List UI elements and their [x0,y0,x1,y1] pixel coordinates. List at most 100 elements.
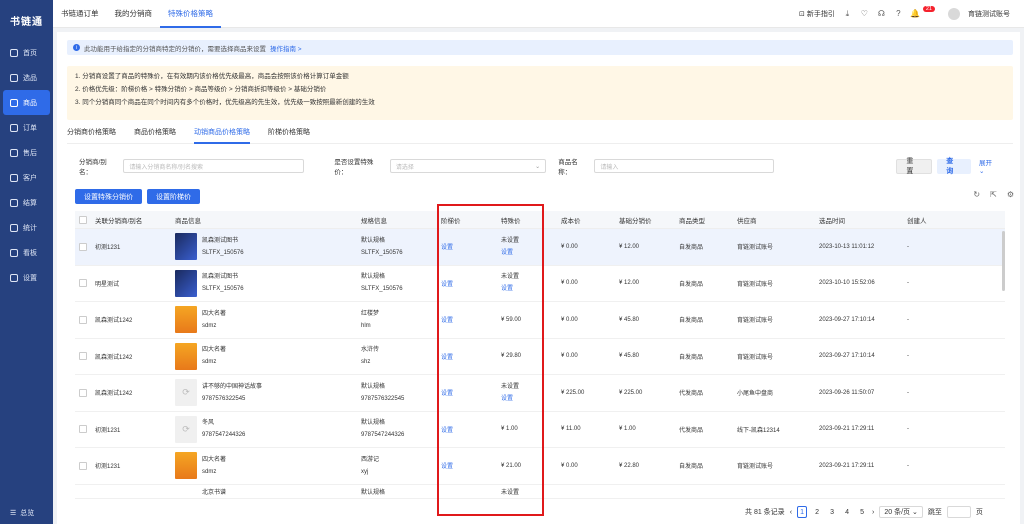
collapse-menu-button[interactable]: ☰ 总览 [10,508,34,518]
special-price-cell: 未设置 设置 [501,381,561,405]
sidebar-item-6[interactable]: 结算 [0,190,53,215]
tab-tier-price[interactable]: 阶梯价格策略 [268,126,310,144]
set-special-price-button[interactable]: 设置特殊分销价 [75,189,142,204]
sidebar-item-8[interactable]: 看板 [0,240,53,265]
tier-price-set-link[interactable]: 设置 [441,425,501,434]
page-2[interactable]: 2 [812,506,822,518]
product-name-input[interactable]: 请输入 [594,159,775,173]
page-size-select[interactable]: 20 条/页 ⌄ [879,506,923,518]
spec-code: 9787576322545 [361,395,405,402]
base-price-cell: ¥ 12.00 [619,243,640,250]
col-distributor: 关联分销商/别名 [95,217,143,225]
special-price-value: 未设置 [501,274,520,281]
cost-price-cell: ¥ 11.00 [561,426,581,433]
tier-price-set-link[interactable]: 设置 [441,315,501,324]
tier-price-set-link[interactable]: 设置 [441,352,501,361]
page-3[interactable]: 3 [827,506,837,518]
table-row[interactable]: 明星测试 凯森测试图书 SLTFX_150576 默认规格 SLTFX_150576 设置… [75,266,1005,302]
base-price-cell: ¥ 12.00 [619,280,640,287]
spec-code: SLTFX_150576 [361,249,403,256]
sidebar-item-4[interactable]: 售后 [0,140,53,165]
download-icon[interactable]: ⤓ [843,9,852,18]
reset-button[interactable]: 重 置 [896,158,933,175]
product-code: sdmz [202,468,217,475]
select-all-checkbox[interactable] [79,215,87,224]
row-checkbox[interactable] [79,352,87,361]
tier-price-set-link[interactable]: 设置 [441,242,501,251]
tab-my-distributors[interactable]: 我的分销商 [107,0,161,28]
page-1[interactable]: 1 [797,506,808,518]
table-row[interactable]: 凯森测试1242 四大名著 sdmz 水浒传 shz 设置 ¥ 29.80 ¥ 0.00 ¥ 4… [75,339,1005,375]
table-scrollbar[interactable] [1002,231,1005,291]
special-price-select[interactable]: 请选择 ⌄ [389,159,547,173]
prev-page-icon[interactable]: ‹ [790,509,792,516]
operation-guide-link[interactable]: 操作指南 > [270,43,302,53]
jump-input[interactable] [946,506,971,518]
creator-cell: - [907,353,909,360]
refresh-icon[interactable]: ↻ [973,190,980,199]
next-page-icon[interactable]: › [872,509,874,516]
special-price-set-link[interactable]: 设置 [501,283,561,295]
table-row[interactable]: 初测1231 四大名著 sdmz 西游记 xyj 设置 ¥ 21.00 ¥ 0.00 ¥ 22.… [75,448,1005,485]
column-settings-icon[interactable]: ⚙ [1007,190,1014,199]
select-time-cell: 2023-10-10 15:52:06 [819,280,875,287]
help-icon[interactable]: ? [894,9,903,18]
sidebar-item-1[interactable]: 选品 [0,65,53,90]
sidebar-item-9[interactable]: 设置 [0,265,53,290]
heart-icon[interactable]: ♡ [860,9,869,18]
special-price-cell: 未设置 设置 [501,235,561,259]
tab-special-price-strategy[interactable]: 特殊价格策略 [160,0,221,28]
spec-code: hlm [361,322,371,329]
query-button[interactable]: 查 询 [937,158,971,175]
account-name[interactable]: 育链测试账号 [968,9,1010,19]
table-row[interactable]: 初测1231 凯森测试图书 SLTFX_150576 默认规格 SLTFX_150576… [75,229,1005,266]
supplier-cell: 小尾鱼中盘商 [737,391,774,398]
tab-distributor-price[interactable]: 分销商价格策略 [67,126,116,144]
app-logo: 书链通 [10,16,43,28]
special-price-set-link[interactable]: 设置 [501,247,561,259]
row-checkbox[interactable] [79,388,87,397]
chevron-down-icon: ⌄ [978,168,985,175]
sidebar-item-2[interactable]: 商品 [3,90,50,115]
tier-price-set-link[interactable]: 设置 [441,461,501,470]
product-name: 四大名著 [202,310,227,317]
bell-icon[interactable]: 🔔 [910,9,920,18]
row-checkbox[interactable] [79,315,87,324]
expand-button[interactable]: 展开 ⌄ [979,157,999,175]
table-row[interactable]: 初测1231 ⟳ 冬风 9787547244326 默认规格 9787547244326 设… [75,412,1005,448]
tier-price-set-link[interactable]: 设置 [441,388,501,397]
tab-product-price[interactable]: 商品价格策略 [134,126,176,144]
table-row[interactable]: 凯森测试1242 四大名著 sdmz 红楼梦 hlm 设置 ¥ 59.00 ¥ 0.00 ¥ 4… [75,302,1005,339]
base-price-cell: ¥ 225.00 [619,389,643,396]
sidebar-item-7[interactable]: 统计 [0,215,53,240]
headset-icon[interactable]: ☊ [877,9,886,18]
page-5[interactable]: 5 [857,506,867,518]
special-price-cell: ¥ 59.00 [501,314,561,326]
row-checkbox[interactable] [79,279,87,288]
set-tier-price-button[interactable]: 设置阶梯价 [147,189,200,204]
sidebar-item-label: 选品 [23,74,37,82]
tab-moving-product-price[interactable]: 动销商品价格策略 [194,126,250,144]
product-name: 四大名著 [202,456,227,463]
tier-price-set-link[interactable]: 设置 [441,279,501,288]
sidebar-item-3[interactable]: 订单 [0,115,53,140]
special-price-cell: 未设置 设置 [501,271,561,295]
product-type-cell: 自发商品 [679,281,704,288]
row-checkbox[interactable] [79,425,87,434]
sidebar-item-0[interactable]: 首页 [0,40,53,65]
distributor-search-input[interactable]: 请输入分销商名称/别名搜索 [123,159,305,173]
page-4[interactable]: 4 [842,506,852,518]
avatar[interactable] [948,7,960,20]
export-icon[interactable]: ⇱ [990,190,997,199]
special-price-set-link[interactable]: 设置 [501,393,561,405]
sidebar-item-5[interactable]: 客户 [0,165,53,190]
guide-link[interactable]: ⊡ 新手指引 [799,9,835,19]
tab-shulian-orders[interactable]: 书链通订单 [53,0,107,28]
distributor-cell: 初测1231 [95,245,121,252]
table-row[interactable]: 北京书谱 默认规格 未设置 [75,485,1005,499]
row-checkbox[interactable] [79,461,87,470]
row-checkbox[interactable] [79,242,87,251]
creator-cell: - [907,426,909,433]
spec-name: 西游记 [361,456,380,463]
table-row[interactable]: 凯森测试1242 ⟳ 讲不够的中国神话故事 9787576322545 默认规格 9787… [75,375,1005,412]
